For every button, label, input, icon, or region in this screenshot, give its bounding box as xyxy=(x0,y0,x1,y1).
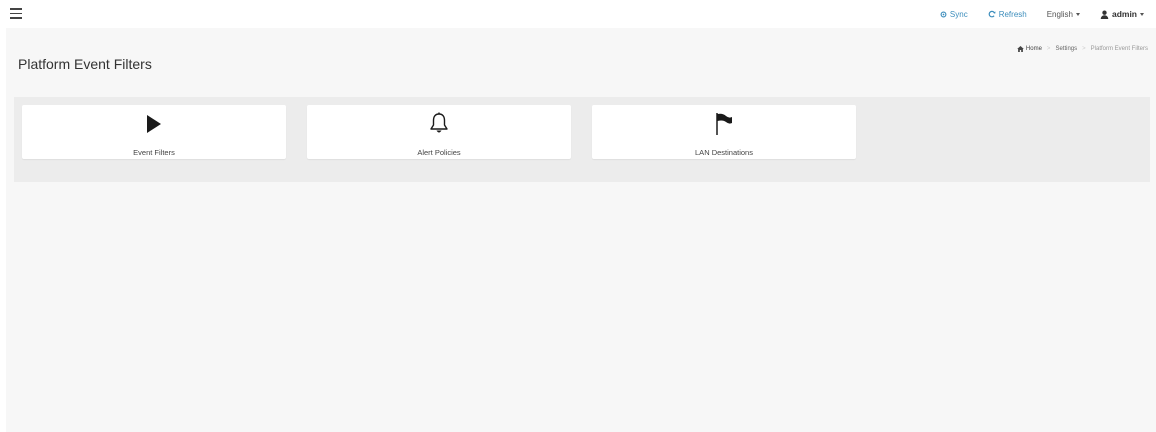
sync-label: Sync xyxy=(949,9,968,19)
refresh-button[interactable]: Refresh xyxy=(988,10,1027,19)
refresh-label: Refresh xyxy=(998,9,1027,19)
language-label: English xyxy=(1046,9,1073,19)
content-area: Platform Event Filters Home > Settings >… xyxy=(6,28,1156,432)
user-icon xyxy=(1100,10,1109,19)
flag-icon xyxy=(592,112,856,136)
home-icon xyxy=(1017,46,1024,52)
lan-destinations-label: LAN Destinations xyxy=(695,148,753,157)
top-navbar: Sync Refresh English admin xyxy=(0,0,1156,28)
top-right-actions: Sync Refresh English admin xyxy=(920,0,1144,28)
breadcrumb-current: Platform Event Filters xyxy=(1090,46,1148,52)
sync-icon xyxy=(940,11,947,18)
breadcrumb-home[interactable]: Home xyxy=(1017,46,1042,52)
menu-toggle-icon[interactable] xyxy=(10,5,28,21)
breadcrumb-settings[interactable]: Settings xyxy=(1055,46,1077,52)
language-dropdown[interactable]: English xyxy=(1047,10,1080,19)
alert-policies-card[interactable]: Alert Policies xyxy=(307,105,571,159)
breadcrumb-separator: > xyxy=(1046,46,1051,52)
event-filters-label: Event Filters xyxy=(133,148,175,157)
alert-policies-label: Alert Policies xyxy=(417,148,461,157)
user-label: admin xyxy=(1111,9,1137,19)
page-title: Platform Event Filters xyxy=(18,56,152,72)
breadcrumb-separator: > xyxy=(1082,46,1086,52)
event-filters-card[interactable]: Event Filters xyxy=(22,105,286,159)
caret-down-icon xyxy=(1075,12,1080,16)
lan-destinations-card[interactable]: LAN Destinations xyxy=(592,105,856,159)
bell-icon xyxy=(307,112,571,136)
filters-panel: Event Filters Alert Policies LAN Destina… xyxy=(14,97,1150,182)
play-icon xyxy=(22,112,286,136)
user-dropdown[interactable]: admin xyxy=(1100,9,1144,19)
breadcrumb: Home > Settings > Platform Event Filters xyxy=(1017,46,1148,52)
breadcrumb-home-label: Home xyxy=(1025,46,1042,52)
caret-down-icon xyxy=(1140,12,1144,16)
sync-button[interactable]: Sync xyxy=(940,10,968,19)
refresh-icon xyxy=(988,10,996,18)
